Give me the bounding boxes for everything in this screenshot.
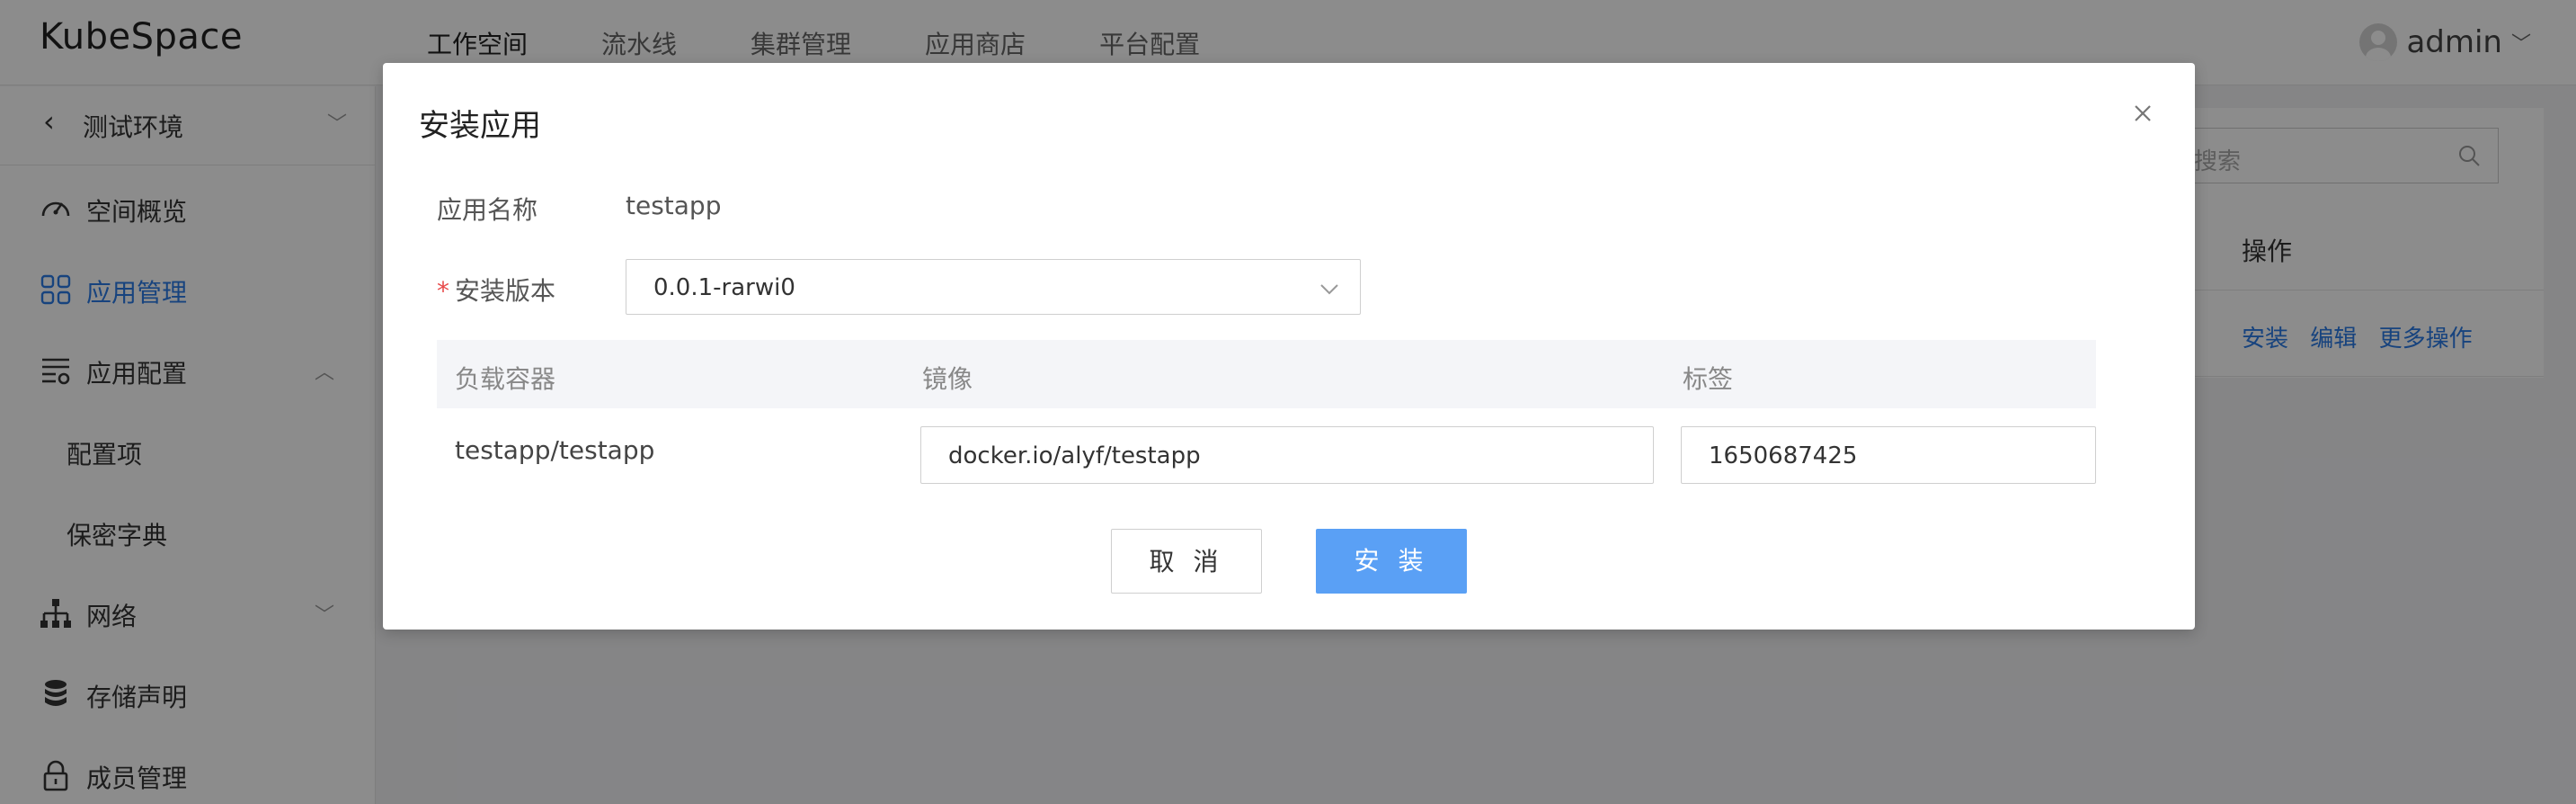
tag-input[interactable]: 1650687425 bbox=[1681, 426, 2096, 484]
close-icon[interactable] bbox=[2127, 97, 2159, 130]
cancel-button[interactable]: 取 消 bbox=[1111, 529, 1262, 594]
version-label-text: 安装版本 bbox=[455, 276, 556, 306]
container-name: testapp/testapp bbox=[455, 435, 655, 465]
app-name-label: 应用名称 bbox=[437, 195, 538, 225]
table-header: 负载容器 镜像 标签 bbox=[437, 340, 2096, 408]
image-input[interactable]: docker.io/alyf/testapp bbox=[920, 426, 1654, 484]
version-select-value: 0.0.1-rarwi0 bbox=[653, 274, 795, 301]
column-header-container: 负载容器 bbox=[455, 364, 556, 394]
install-app-dialog: 安装应用 应用名称 testapp * 安装版本 0.0.1-rarwi0 负载容… bbox=[383, 63, 2195, 630]
version-label: * 安装版本 bbox=[437, 272, 555, 308]
required-mark: * bbox=[437, 276, 449, 306]
chevron-down-icon bbox=[1320, 284, 1338, 295]
column-header-image: 镜像 bbox=[922, 364, 973, 394]
dialog-title: 安装应用 bbox=[419, 108, 541, 144]
version-select[interactable]: 0.0.1-rarwi0 bbox=[626, 259, 1361, 315]
image-input-value: docker.io/alyf/testapp bbox=[948, 442, 1201, 469]
install-button[interactable]: 安 装 bbox=[1316, 529, 1467, 594]
tag-input-value: 1650687425 bbox=[1709, 442, 1858, 469]
column-header-tag: 标签 bbox=[1683, 364, 1734, 394]
app-name-value: testapp bbox=[626, 191, 722, 220]
